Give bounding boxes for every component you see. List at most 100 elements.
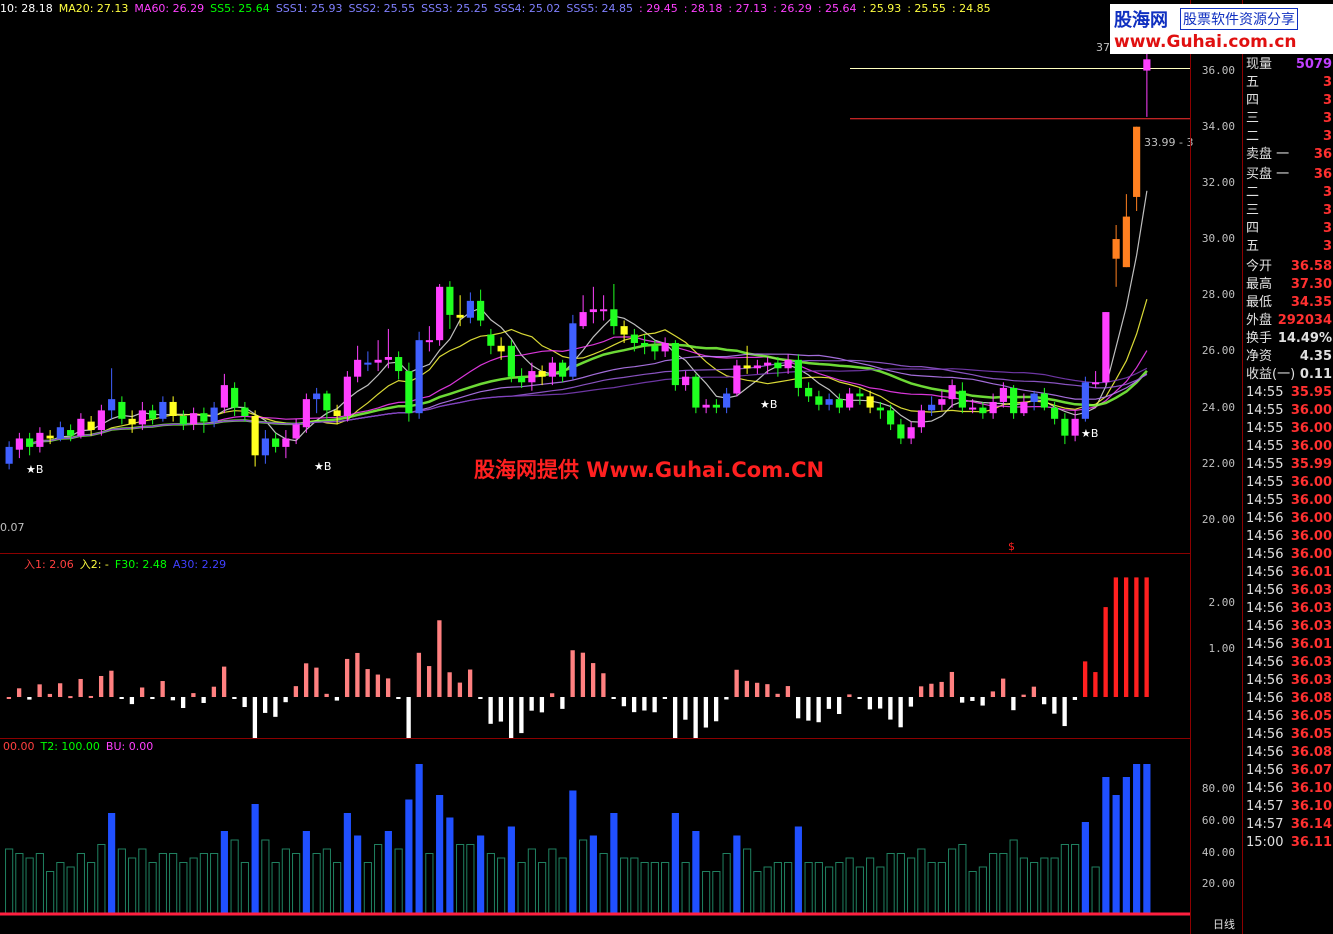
- macd-bar: [303, 663, 309, 697]
- quote-label: 14:56: [1246, 781, 1284, 796]
- candle-body: [671, 342, 679, 386]
- quote-label: 外盘: [1246, 313, 1273, 328]
- volume-bar: [845, 857, 854, 915]
- candle-body: [999, 387, 1007, 402]
- candle-body: [395, 357, 403, 372]
- quote-label: 14:55: [1246, 439, 1284, 454]
- candle-body: [630, 334, 638, 343]
- macd-bar: [324, 693, 329, 697]
- quote-value: 36.00: [1290, 529, 1332, 544]
- volume-bar: [784, 862, 793, 915]
- candle-body: [610, 309, 618, 327]
- macd-bar: [232, 697, 237, 699]
- candle-body: [497, 345, 505, 352]
- macd-bar: [262, 697, 268, 713]
- candle-body: [282, 438, 290, 447]
- indicator-value: : 29.45: [639, 2, 678, 15]
- quote-row: 最高 37.30: [1243, 276, 1333, 294]
- indicator-value: 00.00: [3, 740, 35, 753]
- volume-bar: [5, 848, 14, 915]
- quote-row: 14:56 36.00: [1243, 528, 1333, 546]
- quote-value: 36.00: [1290, 403, 1332, 418]
- volume-bar: [456, 844, 465, 915]
- volume-bar: [733, 835, 741, 914]
- candle-body: [333, 410, 341, 416]
- candle-body: [917, 410, 925, 428]
- volume-bar: [261, 839, 270, 915]
- indicator-value: 入1: 2.06: [24, 558, 74, 571]
- volume-bar: [333, 862, 342, 915]
- macd-bar: [27, 697, 32, 700]
- quote-label: 三: [1246, 111, 1260, 126]
- quote-row: 14:56 36.01: [1243, 564, 1333, 582]
- candle-body: [979, 407, 987, 414]
- quote-row: 五3: [1243, 238, 1333, 256]
- volume-bar: [650, 862, 659, 915]
- macd-bar: [139, 687, 145, 697]
- volume-bar: [251, 804, 259, 914]
- macd-bar: [539, 697, 545, 713]
- candle-body: [1122, 216, 1130, 268]
- price-tick: 20.00: [1201, 512, 1235, 526]
- quote-row: 14:57 36.14: [1243, 816, 1333, 834]
- volume-bar: [692, 831, 700, 914]
- quote-row: 14:56 36.00: [1243, 546, 1333, 564]
- candle-body: [784, 359, 792, 369]
- volume-bar: [497, 857, 506, 915]
- candle-body: [1102, 312, 1110, 383]
- volume-bar: [158, 853, 167, 915]
- candle-body: [866, 396, 874, 408]
- volume-bar: [76, 853, 85, 915]
- quote-label: 买盘 一: [1246, 167, 1290, 182]
- candles[interactable]: [5, 34, 1151, 470]
- indicator-topline: 10: 28.18 MA20: 27.13 MA60: 26.29 SS5: 25.6…: [0, 0, 997, 18]
- quote-value: 3: [1322, 111, 1332, 126]
- price-tick: 32.00: [1201, 175, 1235, 189]
- buy-marker: ★B: [26, 463, 44, 476]
- macd-bar: [949, 671, 955, 697]
- macd-bar: [847, 694, 852, 697]
- indicator-value: F30: 2.48: [114, 558, 167, 571]
- candle-body: [702, 404, 710, 408]
- volume-bar: [589, 835, 597, 914]
- candle-body: [241, 407, 249, 416]
- quote-value: 36.14: [1290, 817, 1332, 832]
- macd-bar: [683, 697, 688, 720]
- candle-body: [876, 407, 884, 411]
- quote-label: 二: [1246, 129, 1260, 144]
- candle-body: [753, 365, 761, 369]
- volume-bar: [312, 853, 321, 915]
- macd-bar: [908, 697, 914, 707]
- macd-bar: [1134, 577, 1139, 697]
- period-label[interactable]: 日线: [1213, 916, 1235, 932]
- quote-value: 36.08: [1290, 691, 1332, 706]
- quote-label: 15:00: [1246, 835, 1284, 850]
- volume-bar: [343, 813, 351, 914]
- quote-value: 37.30: [1290, 277, 1332, 292]
- quote-label: 收益(一): [1246, 367, 1296, 382]
- candle-body: [958, 390, 966, 408]
- quote-label: 14:55: [1246, 493, 1284, 508]
- indicator-value: : 27.13: [728, 2, 768, 15]
- quote-value: 3: [1322, 75, 1332, 90]
- candle-body: [200, 413, 208, 422]
- macd-bar: [1052, 697, 1057, 714]
- quote-label: 14:55: [1246, 475, 1284, 490]
- quote-row: 14:56 36.05: [1243, 726, 1333, 744]
- indicator-value: SSS4: 25.02: [493, 2, 561, 15]
- buy-marker: ★B: [314, 460, 332, 473]
- quote-value: 3: [1322, 221, 1332, 236]
- quote-row: 最低 34.35: [1243, 294, 1333, 312]
- quote-row: 二3: [1243, 128, 1333, 146]
- candle-body: [528, 371, 536, 383]
- volume-bar: [108, 813, 116, 914]
- quote-label: 14:56: [1246, 601, 1284, 616]
- volume-bar: [1091, 866, 1100, 915]
- quote-row: 四3: [1243, 92, 1333, 110]
- indicator-value: : 25.55: [907, 2, 946, 15]
- volume-bar: [896, 853, 905, 915]
- macd-bar: [498, 697, 504, 722]
- volume-bar: [1040, 857, 1049, 915]
- macd-bar: [68, 696, 73, 699]
- quote-value: 36.03: [1290, 583, 1332, 598]
